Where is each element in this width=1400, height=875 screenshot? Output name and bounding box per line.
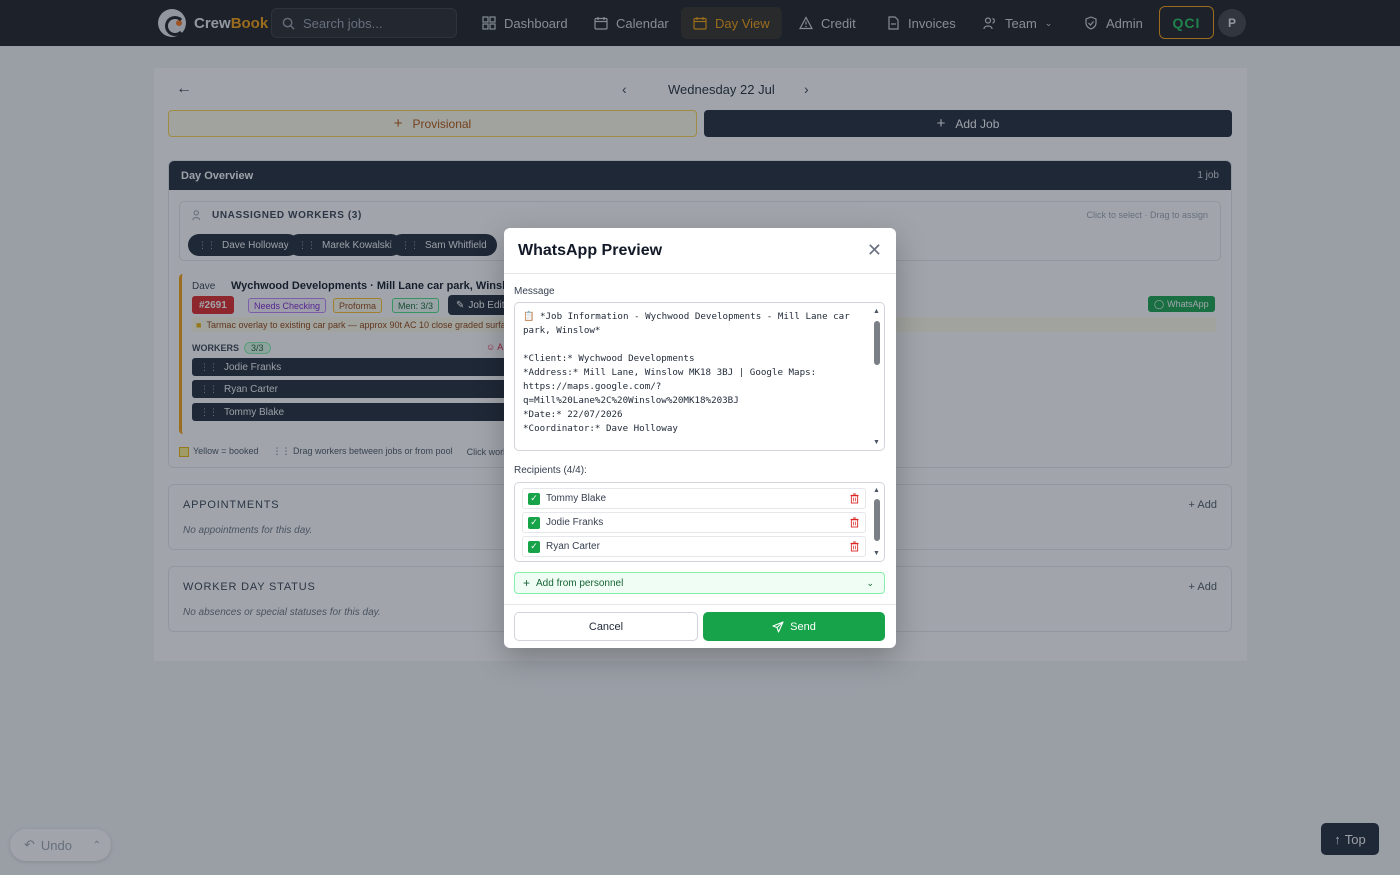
recipient-row[interactable]: ✓ Tommy Blake xyxy=(522,488,866,509)
send-icon xyxy=(772,620,784,633)
plus-icon: + xyxy=(523,576,531,590)
cancel-button[interactable]: Cancel xyxy=(514,612,698,641)
send-label: Send xyxy=(790,620,816,633)
recipient-name: Jodie Franks xyxy=(546,517,604,528)
message-text[interactable]: 📋 *Job Information - Wychwood Developmen… xyxy=(523,310,863,436)
message-label: Message xyxy=(514,286,555,297)
message-scrollbar[interactable]: ▲ ▼ xyxy=(872,307,881,447)
whatsapp-preview-modal: WhatsApp Preview ✕ Message 📋 *Job Inform… xyxy=(504,228,896,648)
scroll-down-icon[interactable]: ▼ xyxy=(872,438,881,447)
recipients-scrollbar[interactable]: ▲ ▼ xyxy=(872,486,881,558)
chevron-down-icon: ⌄ xyxy=(866,577,874,588)
recipient-checkbox[interactable]: ✓ xyxy=(528,492,540,505)
trash-icon[interactable] xyxy=(850,541,859,552)
recipient-row[interactable]: ✓ Jodie Franks xyxy=(522,512,866,533)
scroll-thumb[interactable] xyxy=(874,499,880,541)
trash-icon[interactable] xyxy=(850,517,859,528)
recipient-name: Ryan Carter xyxy=(546,541,600,552)
scroll-up-icon[interactable]: ▲ xyxy=(872,486,881,495)
recipients-label: Recipients (4/4): xyxy=(514,465,587,476)
recipient-checkbox[interactable]: ✓ xyxy=(528,516,540,529)
recipient-name: Tommy Blake xyxy=(546,493,607,504)
recipients-list: ✓ Tommy Blake ✓ Jodie Franks ✓ Ryan Cart… xyxy=(514,482,885,562)
add-from-personnel-dropdown[interactable]: + Add from personnel ⌄ xyxy=(514,572,885,594)
modal-title: WhatsApp Preview xyxy=(518,242,663,259)
trash-icon[interactable] xyxy=(850,493,859,504)
recipient-row[interactable]: ✓ Ryan Carter xyxy=(522,536,866,557)
divider xyxy=(504,604,896,605)
add-personnel-label: Add from personnel xyxy=(536,577,624,589)
scroll-up-icon[interactable]: ▲ xyxy=(872,307,881,316)
recipient-checkbox[interactable]: ✓ xyxy=(528,540,540,553)
scroll-thumb[interactable] xyxy=(874,321,880,365)
scroll-down-icon[interactable]: ▼ xyxy=(872,549,881,558)
divider xyxy=(504,273,896,274)
send-button[interactable]: Send xyxy=(703,612,885,641)
message-textarea[interactable]: 📋 *Job Information - Wychwood Developmen… xyxy=(514,302,885,451)
close-icon[interactable]: ✕ xyxy=(867,240,882,261)
